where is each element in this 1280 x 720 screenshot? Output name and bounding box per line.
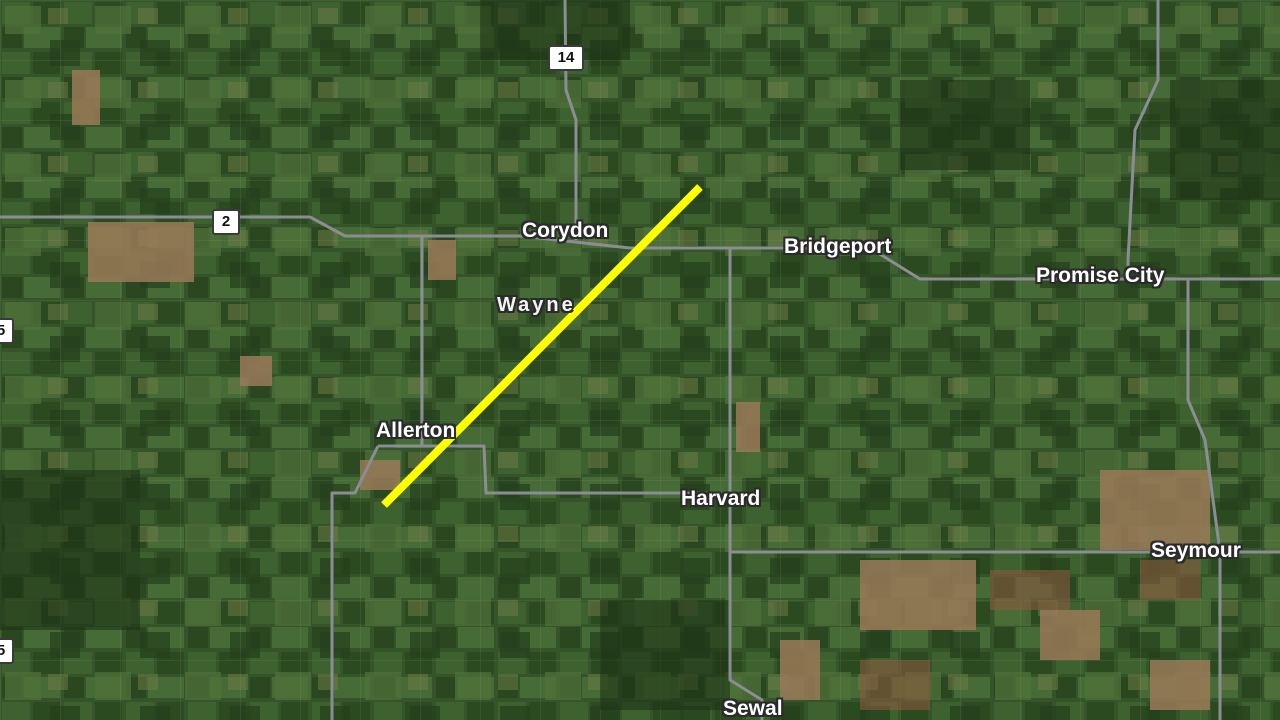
place-label-corydon: Corydon: [522, 219, 609, 242]
highway-14-shield: 14: [548, 45, 584, 71]
place-label-bridgeport: Bridgeport: [784, 235, 892, 258]
highway-shield-left-upper: 5: [0, 318, 14, 344]
satellite-basemap: [0, 0, 1280, 720]
map-view[interactable]: 14 2 5 5 Corydon Bridgeport Promise City…: [0, 0, 1280, 720]
county-label-wayne: Wayne: [497, 294, 576, 316]
place-label-allerton: Allerton: [376, 419, 456, 442]
place-label-seymour: Seymour: [1151, 539, 1241, 562]
place-label-promise-city: Promise City: [1036, 264, 1165, 287]
highway-shield-left-lower: 5: [0, 638, 14, 664]
place-label-harvard: Harvard: [681, 487, 761, 510]
highway-2-shield: 2: [212, 209, 240, 235]
place-label-sewal: Sewal: [723, 697, 783, 720]
